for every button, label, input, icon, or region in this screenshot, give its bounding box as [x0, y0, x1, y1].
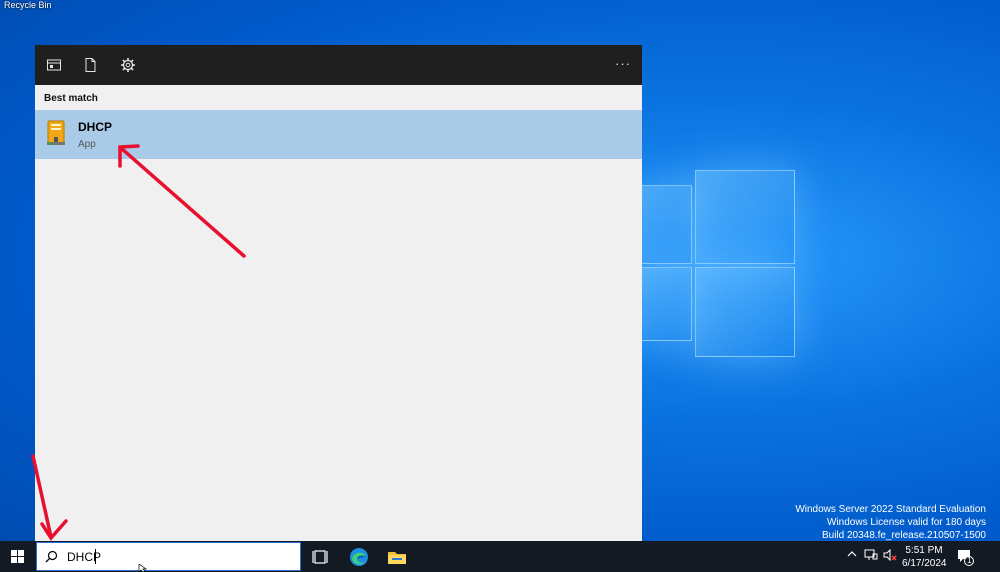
- file-explorer-icon[interactable]: [386, 546, 408, 568]
- settings-gear-icon[interactable]: [120, 57, 136, 73]
- recycle-bin-label[interactable]: Recycle Bin: [4, 0, 52, 10]
- watermark-line-1: Windows Server 2022 Standard Evaluation: [795, 504, 986, 515]
- clock-time: 5:51 PM: [905, 545, 943, 556]
- panel-toolbar: ···: [35, 45, 642, 85]
- task-view-icon[interactable]: [310, 546, 332, 568]
- action-center-button[interactable]: 1: [956, 548, 974, 566]
- apps-filter-icon[interactable]: [46, 57, 62, 73]
- dhcp-app-icon: [47, 120, 65, 145]
- taskbar: DHCP 5:51 PM 6/17/2024 1: [0, 541, 1000, 572]
- windows-logo-wallpaper: [640, 170, 800, 360]
- text-caret: [95, 549, 96, 564]
- documents-filter-icon[interactable]: [82, 57, 98, 73]
- start-windows-icon[interactable]: [0, 541, 35, 572]
- best-match-result-dhcp[interactable]: DHCP App: [35, 110, 642, 159]
- evaluation-watermark: Windows Server 2022 Standard Evaluation …: [795, 503, 986, 542]
- show-hidden-icons-chevron-up-icon[interactable]: [847, 549, 857, 562]
- search-icon: [45, 550, 58, 563]
- watermark-line-2: Windows License valid for 180 days: [827, 517, 986, 528]
- result-app-type: App: [78, 139, 96, 150]
- taskbar-clock[interactable]: 5:51 PM 6/17/2024: [902, 544, 947, 570]
- more-options-button[interactable]: ···: [615, 56, 631, 71]
- mouse-cursor-icon: [138, 564, 147, 572]
- taskbar-search-box[interactable]: DHCP: [36, 542, 301, 571]
- edge-browser-icon[interactable]: [348, 546, 370, 568]
- result-app-name: DHCP: [78, 120, 113, 134]
- network-icon[interactable]: [864, 549, 878, 564]
- clock-date: 6/17/2024: [902, 558, 947, 569]
- search-results-panel: ··· Best match DHCP App: [35, 45, 642, 542]
- notification-count-badge: 1: [967, 556, 972, 565]
- volume-muted-icon[interactable]: [883, 548, 897, 564]
- best-match-heading: Best match: [44, 93, 98, 104]
